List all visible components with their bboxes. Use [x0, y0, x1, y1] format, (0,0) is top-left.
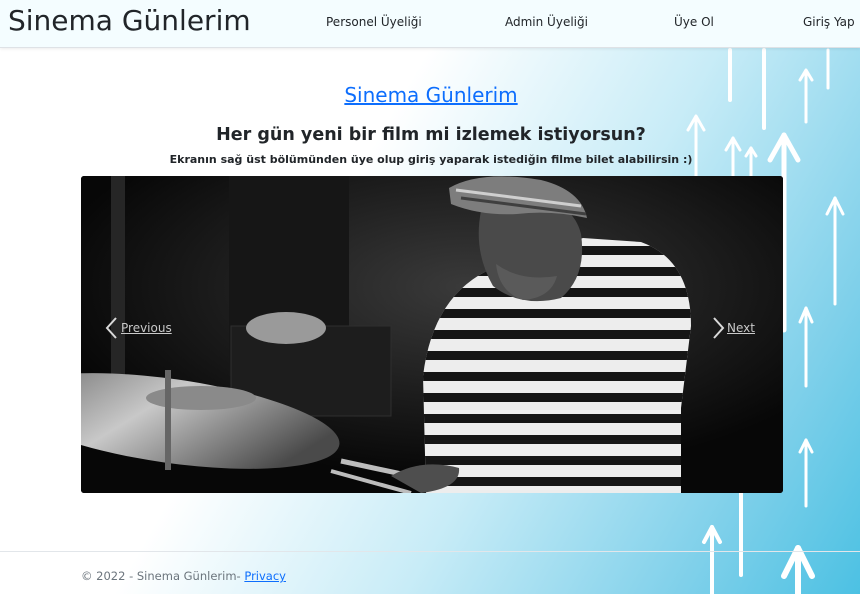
hero-title: Sinema Günlerim: [0, 83, 860, 107]
chevron-right-icon: [713, 317, 725, 339]
nav-link-uye-ol[interactable]: Üye Ol: [674, 15, 714, 29]
footer-divider: [0, 551, 860, 552]
nav-link-giris-yap[interactable]: Giriş Yap: [803, 15, 855, 29]
footer: © 2022 - Sinema Günlerim- Privacy: [81, 569, 286, 583]
chevron-left-icon: [105, 317, 117, 339]
subline: Ekranın sağ üst bölümünden üye olup giri…: [169, 153, 693, 166]
hero-title-link[interactable]: Sinema Günlerim: [344, 83, 517, 107]
nav-link-personel-uyeligi[interactable]: Personel Üyeliği: [326, 15, 422, 29]
navbar: Sinema Günlerim Personel Üyeliği Admin Ü…: [0, 0, 860, 48]
carousel-next-label: Next: [727, 321, 755, 335]
nav-link-admin-uyeligi[interactable]: Admin Üyeliği: [505, 15, 588, 29]
footer-copyright: © 2022 - Sinema Günlerim-: [81, 569, 245, 583]
carousel-next-button[interactable]: Next: [709, 316, 755, 340]
carousel-prev-label: Previous: [121, 321, 172, 335]
carousel-prev-button[interactable]: Previous: [103, 316, 172, 340]
carousel-slide-image: [81, 176, 783, 493]
brand-link[interactable]: Sinema Günlerim: [8, 4, 251, 37]
footer-privacy-link[interactable]: Privacy: [244, 569, 286, 583]
headline: Her gün yeni bir film mi izlemek istiyor…: [216, 125, 646, 145]
image-carousel: Previous Next: [81, 176, 783, 493]
